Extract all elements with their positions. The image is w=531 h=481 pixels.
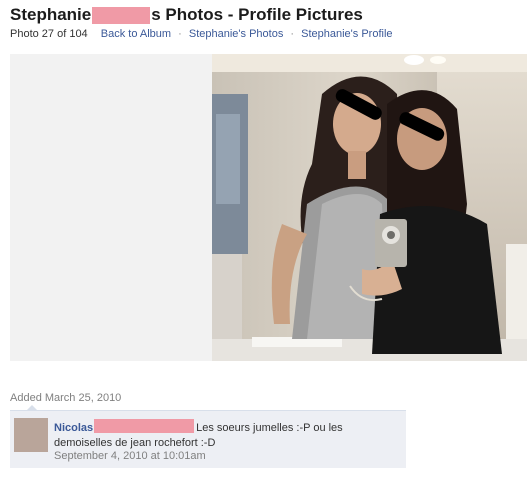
comment-pointer xyxy=(26,405,38,411)
photo-subnav: Photo 27 of 104 Back to Album · Stephani… xyxy=(10,28,393,40)
commenter-avatar[interactable] xyxy=(14,418,48,452)
comment-text: Nicolas Les soeurs jumelles :-P ou les de… xyxy=(54,419,402,451)
comment-timestamp: September 4, 2010 at 10:01am xyxy=(54,450,206,462)
comment-line-1: Les soeurs jumelles :-P ou les xyxy=(196,422,343,434)
photo-image xyxy=(212,54,527,361)
title-name-part: Stephanie xyxy=(10,5,92,24)
page-title: Stephanie s Photos - Profile Pictures xyxy=(10,3,363,27)
photo-count: Photo 27 of 104 xyxy=(10,28,88,40)
back-to-album-link[interactable]: Back to Album xyxy=(101,28,171,40)
name-redaction xyxy=(94,419,195,433)
title-rest: s Photos - Profile Pictures xyxy=(151,5,363,24)
separator: · xyxy=(290,28,295,40)
owner-photos-link[interactable]: Stephanie's Photos xyxy=(189,28,283,40)
separator: · xyxy=(178,28,182,40)
comment-author-link[interactable]: Nicolas xyxy=(54,422,93,434)
photo-viewer xyxy=(10,54,527,361)
name-redaction xyxy=(92,6,151,24)
added-date: Added March 25, 2010 xyxy=(10,392,122,404)
profile-photo[interactable] xyxy=(212,54,527,361)
owner-profile-link[interactable]: Stephanie's Profile xyxy=(301,28,392,40)
comment-box: Nicolas Les soeurs jumelles :-P ou les de… xyxy=(10,405,406,468)
comment-line-2: demoiselles de jean rochefort :-D xyxy=(54,437,216,449)
